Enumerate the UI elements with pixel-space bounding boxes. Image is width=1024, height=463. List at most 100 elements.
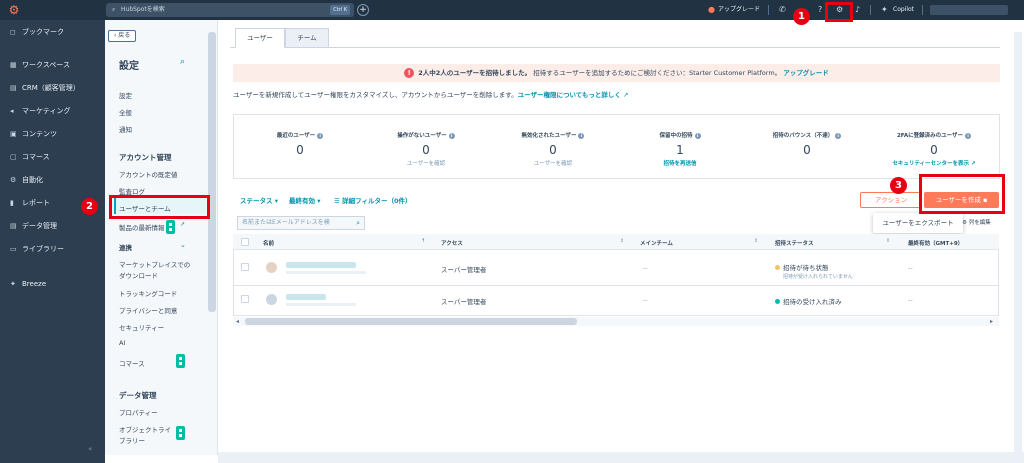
row-checkbox[interactable]: [241, 295, 249, 303]
settings-item-account-defaults[interactable]: アカウントの既定値: [119, 169, 178, 179]
row-invite-substatus: 招待が受け入れられていません: [783, 274, 853, 280]
search-shortcut: Ctrl K: [330, 5, 350, 15]
info-icon[interactable]: i: [578, 133, 585, 139]
external-link-icon: ↗: [180, 221, 186, 228]
nav-bookmarks[interactable]: ◻ ブックマーク: [10, 27, 64, 37]
nav-reports[interactable]: ▮ レポート: [10, 198, 50, 208]
column-access[interactable]: アクセス: [441, 239, 463, 247]
scroll-left-icon[interactable]: ◂: [236, 318, 239, 325]
sort-icon[interactable]: ⇕: [754, 238, 758, 244]
row-invite-status: 招待が待ち状態: [775, 262, 829, 272]
breeze-icon: ✦: [10, 280, 16, 288]
user-name-redacted[interactable]: [286, 262, 356, 268]
table-horizontal-scrollbar[interactable]: [245, 318, 577, 325]
edit-columns-button[interactable]: ⚙ 列を編集: [962, 218, 991, 226]
info-icon[interactable]: i: [317, 133, 324, 139]
stat-bounced-invites: 招待のバウンス（不達） i 0: [747, 131, 867, 159]
product-badge-icon: [176, 426, 185, 440]
user-name-redacted[interactable]: [286, 294, 326, 300]
settings-item-object-library-2[interactable]: ブラリー: [119, 435, 145, 445]
actions-dropdown-button[interactable]: アクション: [860, 192, 922, 208]
sort-icon[interactable]: ⇕: [620, 238, 624, 244]
avatar: [266, 294, 277, 305]
tab-teams[interactable]: チーム: [285, 28, 329, 48]
info-icon[interactable]: i: [448, 133, 455, 139]
back-button[interactable]: ‹ 戻る: [108, 30, 137, 42]
nav-marketing[interactable]: ◂ マーケティング: [10, 106, 70, 116]
export-users-menu-item[interactable]: ユーザーをエクスポート: [873, 213, 963, 233]
banner-upgrade-link[interactable]: アップグレード: [783, 69, 829, 77]
status-pending-dot-icon: [775, 265, 780, 270]
nav-commerce[interactable]: ▢ コマース: [10, 152, 50, 162]
scroll-right-icon[interactable]: ▸: [990, 318, 993, 325]
settings-item-notifications[interactable]: 通知: [119, 124, 132, 134]
warning-icon: !: [404, 68, 415, 78]
chevron-down-icon[interactable]: ⌄: [180, 241, 186, 249]
column-main-team[interactable]: メインチーム: [640, 239, 673, 247]
crm-icon: ▤: [10, 84, 17, 92]
settings-item-security[interactable]: セキュリティー: [119, 322, 164, 332]
account-menu[interactable]: [930, 5, 1008, 15]
notifications-icon[interactable]: ♪: [855, 0, 860, 20]
collapse-nav-icon[interactable]: «: [88, 445, 92, 453]
page-scrollbar[interactable]: [1014, 32, 1022, 452]
nav-content[interactable]: ▣ コンテンツ: [10, 129, 57, 139]
review-users-link[interactable]: ユーザーを確認: [366, 159, 486, 167]
settings-item-tracking-code[interactable]: トラッキングコード: [119, 288, 177, 298]
nav-crm[interactable]: ▤ CRM（顧客管理）: [10, 83, 80, 93]
settings-item-object-library[interactable]: オブジェクトライ: [119, 424, 171, 434]
commerce-icon: ▢: [10, 153, 17, 161]
settings-item-general[interactable]: 全般: [119, 107, 132, 117]
divider: [870, 5, 871, 15]
sidebar-scrollbar[interactable]: [208, 32, 216, 312]
settings-item-marketplace-2[interactable]: ダウンロード: [119, 270, 158, 280]
hubspot-logo-icon[interactable]: ⚙: [7, 3, 21, 17]
section-account-management: アカウント管理: [119, 153, 172, 162]
gear-icon: ⚙: [962, 220, 967, 226]
settings-item-properties[interactable]: プロパティー: [119, 407, 158, 417]
settings-item-marketplace[interactable]: マーケットプレイスでの: [119, 259, 190, 269]
status-filter[interactable]: ステータス ▾: [240, 195, 278, 205]
column-last-active[interactable]: 最終有効（GMT+9）: [908, 239, 963, 247]
settings-item-commerce[interactable]: コマース: [119, 358, 145, 368]
permissions-learn-more-link[interactable]: ユーザー権限についてもっと詳しく: [518, 91, 621, 99]
sort-icon[interactable]: ⇕: [886, 238, 890, 244]
status-accepted-dot-icon: [775, 299, 780, 304]
column-invite-status[interactable]: 招待ステータス: [775, 239, 814, 247]
settings-item-ai[interactable]: AI: [119, 339, 125, 347]
caret-down-icon: ▾: [317, 197, 321, 205]
row-divider: [233, 285, 999, 286]
resend-invite-link[interactable]: 招待を再送信: [620, 159, 740, 167]
settings-item-product-updates[interactable]: 製品の最新情報: [119, 222, 165, 232]
select-all-checkbox[interactable]: [241, 238, 249, 246]
sort-asc-icon[interactable]: ↑: [421, 238, 425, 244]
phone-icon[interactable]: ✆: [779, 0, 786, 20]
info-icon[interactable]: i: [694, 133, 701, 139]
row-checkbox[interactable]: [241, 263, 249, 271]
info-icon[interactable]: i: [965, 133, 972, 139]
tab-users[interactable]: ユーザー: [235, 28, 285, 48]
user-search-input[interactable]: 名前またはEメールアドレスを検 ⌕: [237, 216, 365, 230]
help-icon[interactable]: ?: [818, 0, 822, 20]
copilot-icon: ✦: [881, 5, 888, 14]
bottom-scroll-bar: [218, 452, 1024, 463]
copilot-button[interactable]: Copilot: [893, 0, 914, 20]
review-users-link[interactable]: ユーザーを確認: [493, 159, 613, 167]
last-active-filter[interactable]: 最終有効 ▾: [289, 195, 321, 205]
info-icon[interactable]: i: [835, 133, 842, 139]
nav-library[interactable]: ▭ ライブラリー: [10, 244, 64, 254]
settings-item-settings[interactable]: 設定: [119, 90, 132, 100]
nav-automation[interactable]: ⚙ 自動化: [10, 175, 43, 185]
nav-workspace[interactable]: ▦ ワークスペース: [10, 60, 70, 70]
global-search-input[interactable]: ⌕ HubSpotを検索 Ctrl K: [106, 3, 354, 17]
upgrade-link[interactable]: アップグレード: [718, 0, 760, 20]
security-center-link[interactable]: セキュリティーセンターを表示 ↗: [874, 159, 994, 167]
advanced-filters-button[interactable]: ☰ 詳細フィルター（0件）: [334, 195, 412, 205]
settings-item-privacy[interactable]: プライバシーと同意: [119, 305, 177, 315]
create-new-button[interactable]: +: [357, 4, 369, 16]
nav-data-management[interactable]: ▤ データ管理: [10, 221, 57, 231]
nav-breeze[interactable]: ✦ Breeze: [10, 280, 46, 288]
settings-search-icon[interactable]: ⌕: [180, 57, 185, 67]
marketing-icon: ◂: [10, 107, 14, 115]
column-name[interactable]: 名前: [263, 239, 274, 247]
